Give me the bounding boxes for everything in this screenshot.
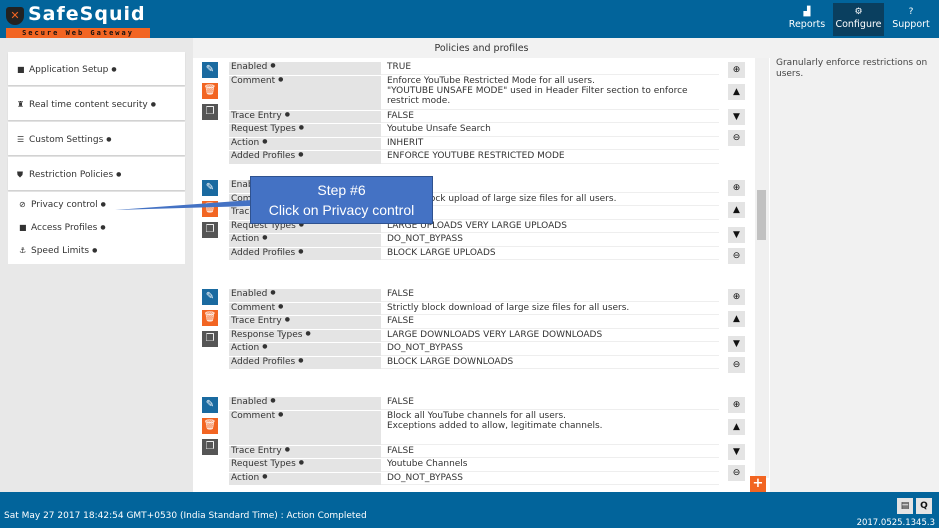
step-callout: Step #6 Click on Privacy control xyxy=(250,176,433,224)
version-text: 2017.0525.1345.3 xyxy=(856,518,935,528)
callout-step: Step #6 xyxy=(317,182,366,198)
save-icon[interactable]: ▤ xyxy=(897,498,913,514)
footer: Sat May 27 2017 18:42:54 GMT+0530 (India… xyxy=(0,492,939,528)
callout-instruction: Click on Privacy control xyxy=(268,202,415,218)
status-text: Sat May 27 2017 18:42:54 GMT+0530 (India… xyxy=(4,511,367,521)
search-icon[interactable]: Q xyxy=(916,498,932,514)
callout-arrow xyxy=(115,200,252,210)
